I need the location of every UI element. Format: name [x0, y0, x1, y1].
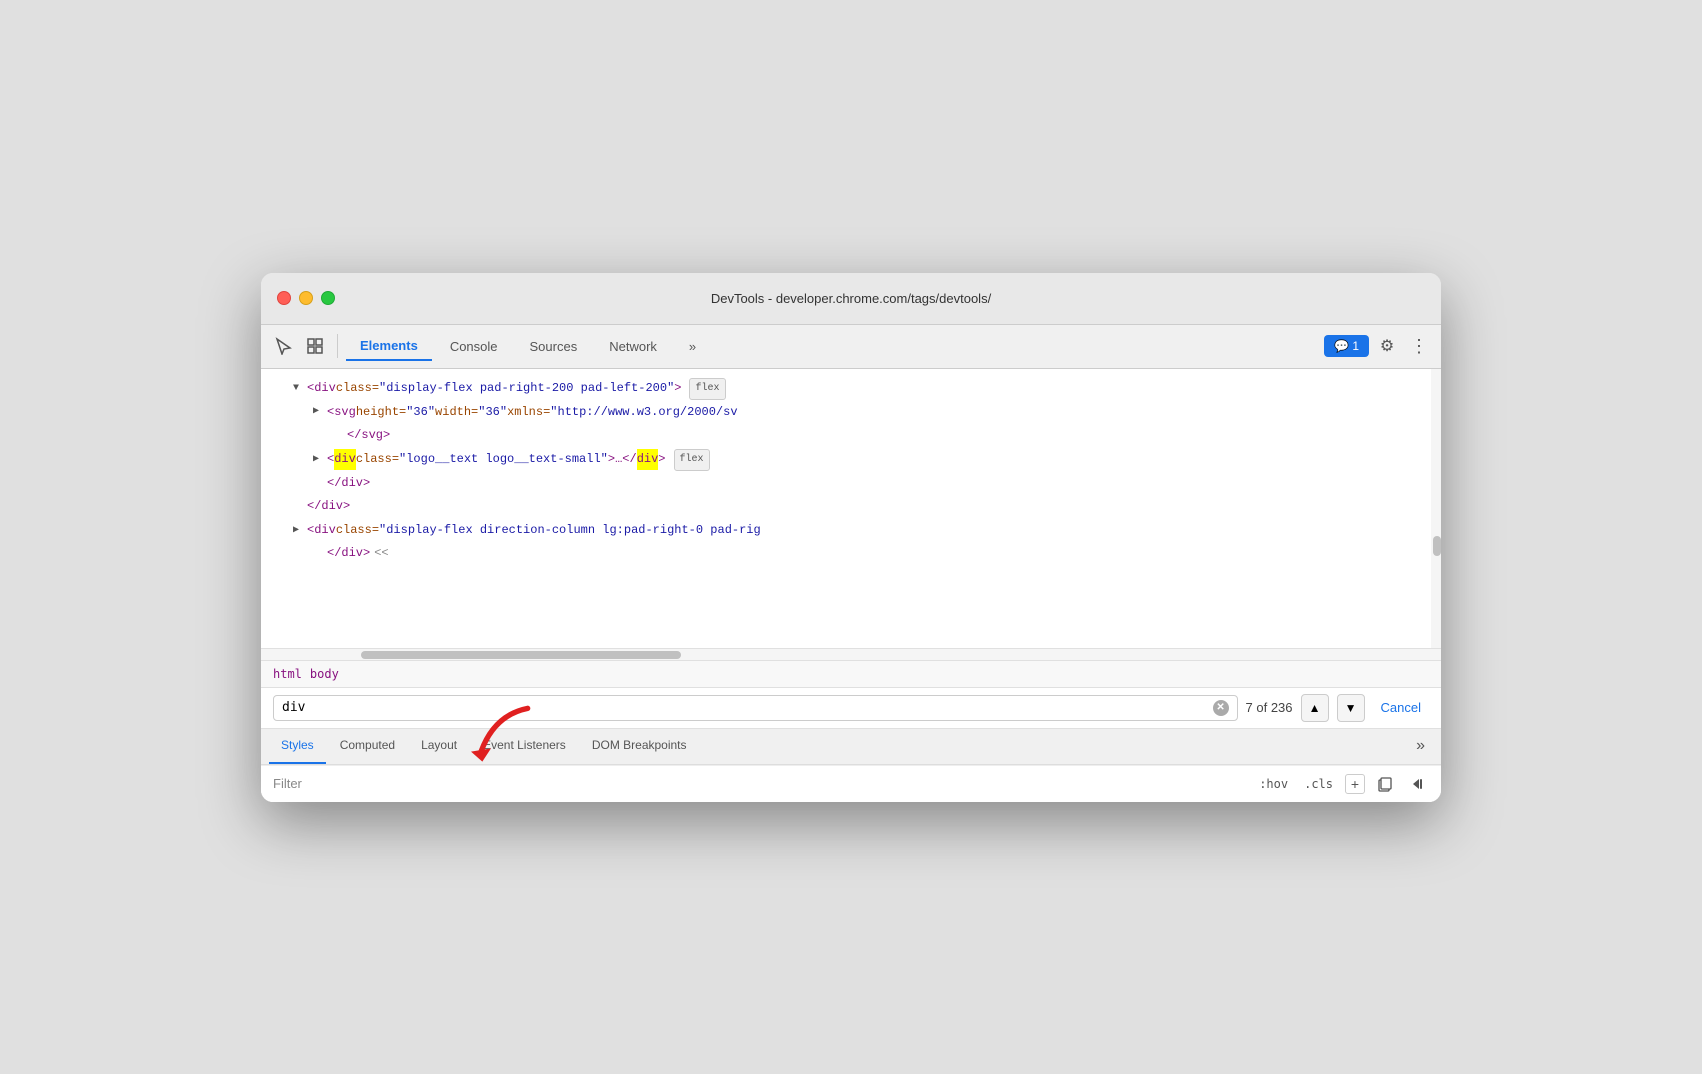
tab-event-listeners[interactable]: Event Listeners — [471, 728, 578, 764]
html-line[interactable]: ▶ </svg> — [261, 424, 1441, 448]
filter-label: Filter — [273, 776, 302, 791]
more-menu-icon[interactable]: ⋮ — [1405, 332, 1433, 360]
hov-button[interactable]: :hov — [1255, 775, 1292, 793]
title-bar: DevTools - developer.chrome.com/tags/dev… — [261, 273, 1441, 325]
window-title: DevTools - developer.chrome.com/tags/dev… — [711, 291, 991, 306]
flex-badge[interactable]: flex — [689, 378, 725, 400]
devtools-window: DevTools - developer.chrome.com/tags/dev… — [261, 273, 1441, 802]
triangle-icon[interactable]: ▼ — [293, 380, 305, 398]
maximize-button[interactable] — [321, 291, 335, 305]
html-line[interactable]: ▼ <div class="display-flex pad-right-200… — [261, 377, 1441, 401]
breadcrumb-bar: html body — [261, 661, 1441, 688]
more-tabs-button[interactable]: » — [1408, 733, 1433, 759]
add-style-button[interactable]: + — [1345, 774, 1365, 794]
search-input-wrapper: ✕ — [273, 695, 1238, 721]
styles-filter-bar: Filter :hov .cls + — [261, 765, 1441, 802]
tab-layout[interactable]: Layout — [409, 728, 469, 764]
search-next-button[interactable]: ▼ — [1337, 694, 1365, 722]
filter-actions: :hov .cls + — [1255, 772, 1429, 796]
breadcrumb-html[interactable]: html — [273, 667, 302, 681]
highlighted-tag: div — [334, 449, 356, 471]
inspect-icon[interactable] — [301, 332, 329, 360]
devtools-main: ▼ <div class="display-flex pad-right-200… — [261, 369, 1441, 802]
horizontal-scrollbar[interactable] — [261, 649, 1441, 661]
bottom-tabs: Styles Computed Layout Event Listeners D… — [261, 729, 1441, 765]
html-line[interactable]: ▶ </div> — [261, 495, 1441, 519]
h-scroll-thumb[interactable] — [361, 651, 681, 659]
triangle-icon[interactable]: ▶ — [313, 403, 325, 421]
flex-badge-2[interactable]: flex — [674, 449, 710, 471]
html-panel: ▼ <div class="display-flex pad-right-200… — [261, 369, 1441, 649]
cls-button[interactable]: .cls — [1300, 775, 1337, 793]
toggle-panel-icon[interactable] — [1405, 772, 1429, 796]
breadcrumb-body[interactable]: body — [310, 667, 339, 681]
traffic-lights — [277, 291, 335, 305]
triangle-icon[interactable]: ▶ — [313, 451, 325, 469]
search-input[interactable] — [282, 700, 1213, 715]
html-line[interactable]: ▶ </div> << — [261, 542, 1441, 566]
tab-computed[interactable]: Computed — [328, 728, 407, 764]
tab-sources[interactable]: Sources — [516, 333, 592, 360]
scroll-thumb[interactable] — [1433, 536, 1441, 556]
toolbar-separator — [337, 334, 338, 358]
vertical-scrollbar[interactable] — [1431, 369, 1441, 648]
cursor-icon[interactable] — [269, 332, 297, 360]
tab-dom-breakpoints[interactable]: DOM Breakpoints — [580, 728, 699, 764]
cancel-button[interactable]: Cancel — [1373, 696, 1429, 719]
settings-icon[interactable]: ⚙ — [1373, 332, 1401, 360]
copy-styles-icon[interactable] — [1373, 772, 1397, 796]
notification-button[interactable]: 💬 1 — [1324, 335, 1369, 357]
html-line[interactable]: ▶ <svg height="36" width="36" xmlns="htt… — [261, 401, 1441, 425]
close-button[interactable] — [277, 291, 291, 305]
minimize-button[interactable] — [299, 291, 313, 305]
html-line[interactable]: ▶ <div class="display-flex direction-col… — [261, 519, 1441, 543]
html-line[interactable]: ▶ </div> — [261, 472, 1441, 496]
tab-console[interactable]: Console — [436, 333, 512, 360]
search-count: 7 of 236 — [1246, 700, 1293, 715]
triangle-icon[interactable]: ▶ — [293, 522, 305, 540]
clear-search-button[interactable]: ✕ — [1213, 700, 1229, 716]
highlighted-end-tag: div — [637, 449, 659, 471]
search-prev-button[interactable]: ▲ — [1301, 694, 1329, 722]
tab-styles[interactable]: Styles — [269, 728, 326, 764]
tab-network[interactable]: Network — [595, 333, 671, 360]
search-bar: ✕ 7 of 236 ▲ ▼ Cancel — [261, 688, 1441, 729]
tab-elements[interactable]: Elements — [346, 332, 432, 361]
devtools-toolbar: Elements Console Sources Network » 💬 1 ⚙… — [261, 325, 1441, 369]
html-line[interactable]: ▶ <div class="logo__text logo__text-smal… — [261, 448, 1441, 472]
tab-more[interactable]: » — [675, 333, 710, 360]
